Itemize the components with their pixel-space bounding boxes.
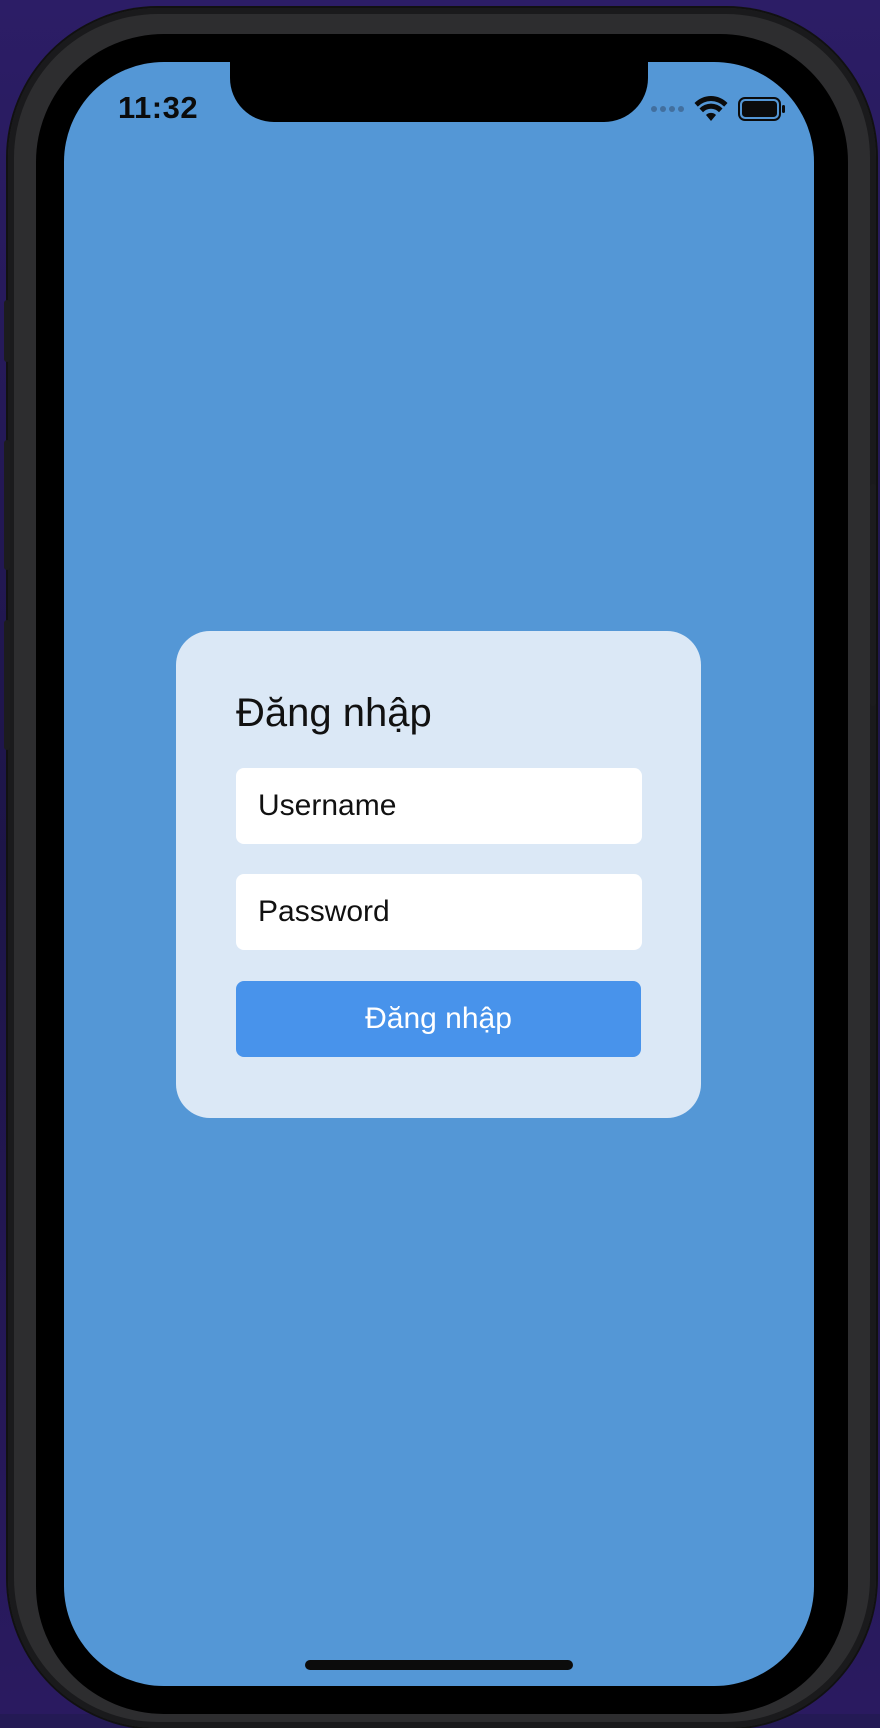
wifi-icon — [694, 96, 728, 121]
home-indicator — [305, 1660, 573, 1670]
notch — [230, 62, 648, 122]
cellular-signal-icon — [651, 106, 684, 112]
login-card: Đăng nhập Đăng nhập — [176, 631, 701, 1118]
status-icons — [651, 94, 786, 124]
login-button[interactable]: Đăng nhập — [236, 981, 641, 1057]
username-input[interactable] — [236, 768, 642, 844]
password-input[interactable] — [236, 874, 642, 950]
app-screen: 11:32 Đăng nhập Đăng nhập — [64, 62, 814, 1686]
login-title: Đăng nhập — [236, 691, 432, 735]
battery-full-icon — [738, 97, 785, 121]
mute-switch — [4, 300, 10, 362]
status-time: 11:32 — [118, 90, 199, 125]
volume-up-button — [4, 440, 10, 570]
volume-down-button — [4, 620, 10, 750]
side-button — [870, 484, 876, 706]
